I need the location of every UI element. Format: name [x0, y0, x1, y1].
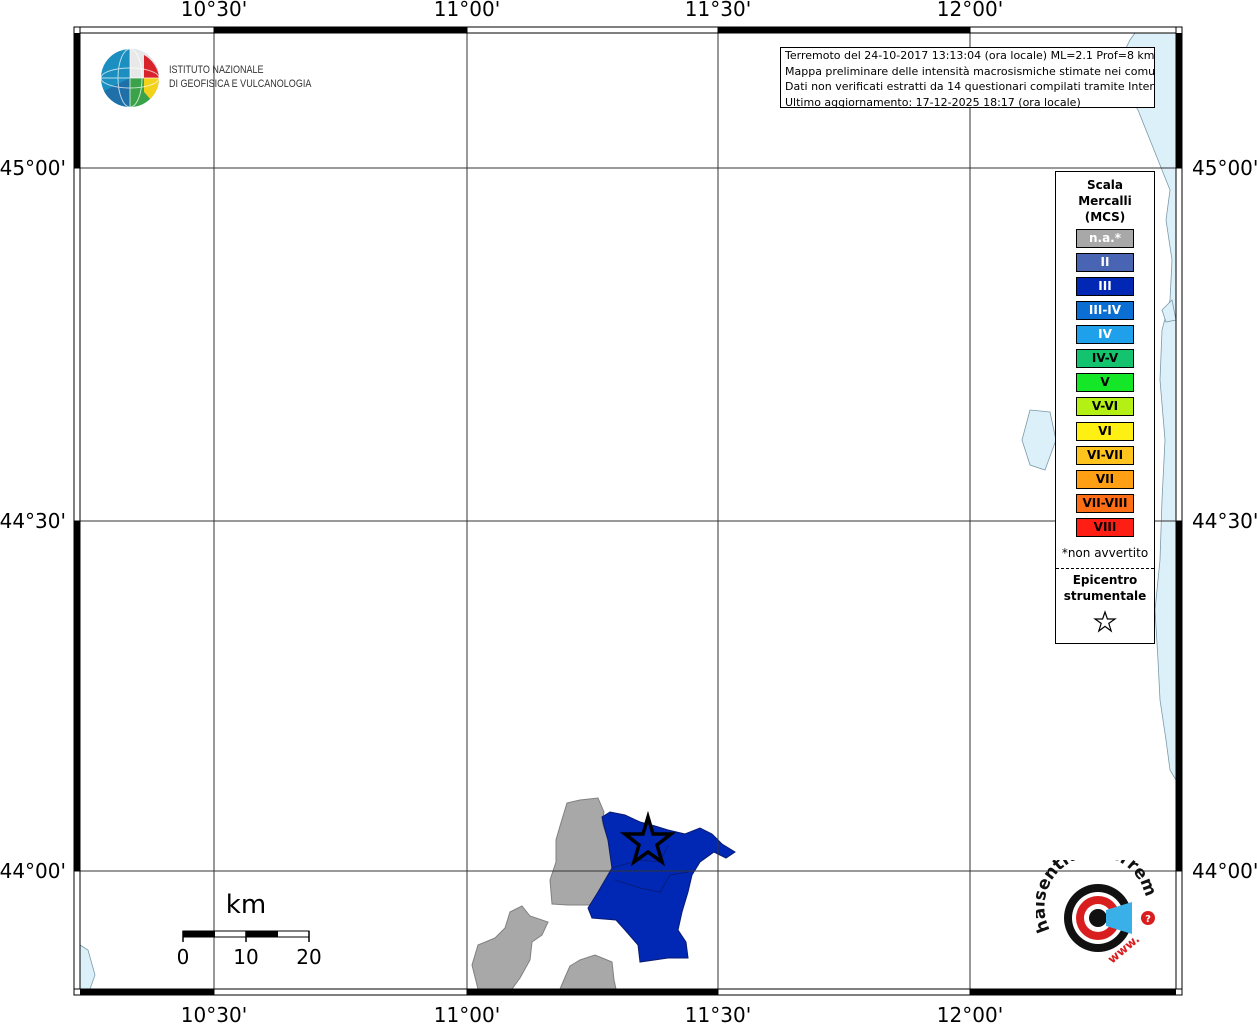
lat-label-4500-left: 45°00'	[0, 156, 66, 180]
legend-epicenter-label: Epicentro strumentale	[1056, 572, 1154, 604]
longitude-labels-bottom: 10°30' 11°00' 11°30' 12°00'	[181, 1003, 1003, 1024]
lon-label-1030-bottom: 10°30'	[181, 1003, 247, 1024]
legend-divider	[1056, 568, 1154, 569]
legend-title-line2: Mercalli	[1078, 194, 1132, 208]
legend-title-line3: (MCS)	[1084, 210, 1126, 224]
ingv-globe-icon	[100, 48, 160, 108]
legend-item-vi: VI	[1076, 422, 1134, 441]
legend-epicenter-line1: Epicentro	[1072, 573, 1138, 587]
mcs-legend: Scala Mercalli (MCS) n.a.* II III III-IV…	[1055, 171, 1155, 644]
lat-label-4430-left: 44°30'	[0, 509, 66, 533]
event-info-box: Terremoto del 24-10-2017 13:13:04 (ora l…	[780, 47, 1155, 108]
legend-title-line1: Scala	[1086, 178, 1124, 192]
legend-star-icon	[1093, 610, 1117, 633]
event-info-line4: Ultimo aggiornamento: 17-12-2025 18:17 (…	[785, 95, 1081, 108]
legend-title: Scala Mercalli (MCS)	[1056, 177, 1154, 225]
lon-label-1100-bottom: 11°00'	[434, 1003, 500, 1024]
lon-label-1030-top: 10°30'	[181, 0, 247, 21]
legend-item-iii-iv: III-IV	[1076, 301, 1134, 320]
event-info-line1: Terremoto del 24-10-2017 13:13:04 (ora l…	[785, 49, 1155, 62]
legend-item-vii-viii: VII-VIII	[1076, 494, 1134, 513]
legend-note: *non avvertito	[1061, 546, 1149, 560]
lat-label-4400-right: 44°00'	[1192, 859, 1257, 883]
lat-label-4500-right: 45°00'	[1192, 156, 1257, 180]
legend-item-viii: VIII	[1076, 518, 1134, 537]
legend-item-ii: II	[1076, 253, 1134, 272]
scale-tick-0: 0	[177, 945, 190, 969]
ingv-name-line1: ISTITUTO NAZIONALE	[169, 64, 264, 76]
ingv-name-line2: DI GEOFISICA E VULCANOLOGIA	[169, 78, 312, 90]
legend-item-na: n.a.*	[1076, 229, 1134, 248]
legend-item-iv-v: IV-V	[1076, 349, 1134, 368]
legend-item-iv: IV	[1076, 325, 1134, 344]
lat-label-4400-left: 44°00'	[0, 859, 66, 883]
lon-label-1200-bottom: 12°00'	[937, 1003, 1003, 1024]
scale-unit: km	[226, 890, 266, 920]
latitude-labels-right: 45°00' 44°30' 44°00'	[1192, 156, 1257, 883]
lon-label-1130-top: 11°30'	[685, 0, 751, 21]
event-info-line3: Dati non verificati estratti da 14 quest…	[785, 80, 1155, 93]
longitude-labels-top: 10°30' 11°00' 11°30' 12°00'	[181, 0, 1003, 21]
legend-item-vi-vii: VI-VII	[1076, 446, 1134, 465]
haisentito-logo-icon: haisentitoilterremoto.it www. ?	[1036, 860, 1160, 966]
svg-text:?: ?	[1145, 914, 1151, 925]
legend-item-iii: III	[1076, 277, 1134, 296]
legend-item-v-vi: V-VI	[1076, 397, 1134, 416]
latitude-labels-left: 45°00' 44°30' 44°00'	[0, 156, 66, 883]
scale-tick-10: 10	[233, 945, 258, 969]
legend-item-vii: VII	[1076, 470, 1134, 489]
legend-item-v: V	[1076, 373, 1134, 392]
ingv-name: ISTITUTO NAZIONALE DI GEOFISICA E VULCAN…	[169, 63, 311, 91]
lon-label-1100-top: 11°00'	[434, 0, 500, 21]
lon-label-1200-top: 12°00'	[937, 0, 1003, 21]
event-info-line2: Mappa preliminare delle intensità macros…	[785, 64, 1155, 78]
lat-label-4430-right: 44°30'	[1192, 509, 1257, 533]
scale-tick-20: 20	[296, 945, 321, 969]
legend-epicenter-line2: strumentale	[1063, 589, 1147, 603]
lon-label-1130-bottom: 11°30'	[685, 1003, 751, 1024]
